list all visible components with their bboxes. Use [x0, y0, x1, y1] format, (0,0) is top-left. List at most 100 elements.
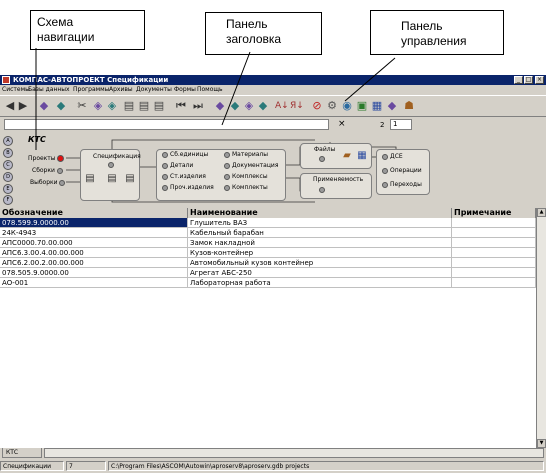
disk-icon[interactable]: ▦ — [371, 100, 383, 112]
sort-za-icon[interactable]: Я↓ — [290, 100, 304, 112]
spec-indicator[interactable] — [108, 162, 114, 168]
tools-icon[interactable]: ⚙ — [326, 100, 338, 112]
close-button[interactable]: × — [535, 76, 544, 84]
cell-name[interactable]: Кабельный барабан — [188, 228, 452, 238]
cell-name[interactable]: Автомобильный кузов контейнер — [188, 258, 452, 268]
cut-icon[interactable]: ✂ — [76, 100, 88, 112]
table-row[interactable]: АО-001 Лабораторная работа — [0, 278, 536, 288]
column-header-note[interactable]: Примечание — [452, 208, 536, 218]
nav-item-standard-items[interactable]: Ст.изделия — [162, 173, 206, 180]
nav-item-kits[interactable]: Комплекты — [224, 184, 268, 191]
table-row[interactable]: АПС6.3.00.4.00.00.000 Кузов-контейнер — [0, 248, 536, 258]
nav-item-other-items[interactable]: Проч.изделия — [162, 184, 214, 191]
nav-item-materials[interactable]: Материалы — [224, 151, 268, 158]
paste-icon[interactable]: ◈ — [106, 100, 118, 112]
cell-name[interactable]: Кузов-контейнер — [188, 248, 452, 258]
cell-name[interactable]: Лабораторная работа — [188, 278, 452, 288]
cell-name[interactable]: Глушитель ВАЗ — [188, 218, 452, 228]
table-row[interactable]: 078.505.9.0000.00 Агрегат АБС-250 — [0, 268, 536, 278]
sort-icon[interactable]: ◆ — [257, 100, 269, 112]
scroll-up-icon[interactable]: ▲ — [537, 208, 546, 217]
nav-item-assembly-units[interactable]: Сб.единицы — [162, 151, 208, 158]
stack-icon[interactable]: ◆ — [38, 100, 50, 112]
nav-item-documentation[interactable]: Документация — [224, 162, 278, 169]
nav-item-usage[interactable]: Применяемость — [313, 176, 363, 183]
copy-icon[interactable]: ◈ — [92, 100, 104, 112]
files-indicator[interactable] — [319, 156, 325, 162]
nav-item-transitions[interactable]: Переходы — [382, 181, 422, 188]
minimize-button[interactable]: _ — [514, 76, 523, 84]
column-header-name[interactable]: Наименование — [188, 208, 452, 218]
cell-designation[interactable]: 24К-4943 — [0, 228, 188, 238]
vertical-scrollbar[interactable]: ▲ ▼ — [536, 208, 546, 448]
table-row[interactable]: АПС6.2.00.2.00.00.000 Автомобильный кузов… — [0, 258, 536, 268]
book-icon[interactable]: ▣ — [356, 100, 368, 112]
first-record-icon[interactable]: ⏮ — [175, 100, 187, 112]
stack-2-icon[interactable]: ◆ — [55, 100, 67, 112]
cell-note[interactable] — [452, 238, 536, 248]
person-icon[interactable]: ☗ — [403, 100, 415, 112]
usage-indicator[interactable] — [319, 187, 325, 193]
cell-note[interactable] — [452, 248, 536, 258]
menu-programs[interactable]: Программы — [73, 85, 109, 94]
menu-forms[interactable]: Формы — [174, 85, 196, 94]
settings-icon[interactable]: ◈ — [243, 100, 255, 112]
table-row[interactable]: 078.599.9.0000.00 Глушитель ВАЗ — [0, 218, 536, 228]
doc-3-icon[interactable]: ▤ — [153, 100, 165, 112]
nav-item-projects[interactable]: Проекты — [28, 155, 66, 162]
table-row[interactable]: АПС0000.70.00.000 Замок накладной — [0, 238, 536, 248]
filter-icon[interactable]: ◆ — [214, 100, 226, 112]
filter-2-icon[interactable]: ◆ — [229, 100, 241, 112]
maximize-button[interactable]: □ — [524, 76, 533, 84]
scroll-down-icon[interactable]: ▼ — [537, 439, 546, 448]
files-book-icon[interactable]: ▦ — [356, 150, 368, 162]
horizontal-scrollbar[interactable] — [44, 448, 544, 458]
page-label: 2 — [380, 121, 385, 129]
doc-2-icon[interactable]: ▤ — [138, 100, 150, 112]
cell-name[interactable]: Агрегат АБС-250 — [188, 268, 452, 278]
cell-note[interactable] — [452, 228, 536, 238]
column-header-designation[interactable]: Обозначение — [0, 208, 188, 218]
sort-az-icon[interactable]: A↓ — [275, 100, 289, 112]
cell-designation[interactable]: АПС6.2.00.2.00.00.000 — [0, 258, 188, 268]
nav-item-assemblies[interactable]: Сборки — [32, 167, 65, 174]
cell-designation[interactable]: 078.599.9.0000.00 — [0, 218, 188, 228]
stop-icon[interactable]: ⊘ — [311, 100, 323, 112]
nav-forward-icon[interactable]: ▶ — [17, 100, 29, 112]
table-row[interactable]: 24К-4943 Кабельный барабан — [0, 228, 536, 238]
cell-note[interactable] — [452, 218, 536, 228]
nav-item-specification[interactable]: Спецификация — [93, 153, 141, 160]
menu-databases[interactable]: Базы данных — [28, 85, 70, 94]
nav-item-selections[interactable]: Выборки — [30, 179, 67, 186]
nav-item-complexes[interactable]: Комплексы — [224, 173, 268, 180]
last-record-icon[interactable]: ⏭ — [192, 100, 204, 112]
nav-item-files[interactable]: Файлы — [314, 146, 335, 153]
files-folder-icon[interactable]: ▰ — [341, 150, 353, 162]
tab-kts[interactable]: КТС — [2, 448, 42, 458]
nav-item-parts[interactable]: Детали — [162, 162, 193, 169]
cell-designation[interactable]: АПС6.3.00.4.00.00.000 — [0, 248, 188, 258]
cell-note[interactable] — [452, 278, 536, 288]
nav-back-icon[interactable]: ◀ — [4, 100, 16, 112]
spec-list-icon[interactable]: ▤ — [106, 173, 118, 185]
cell-designation[interactable]: 078.505.9.0000.00 — [0, 268, 188, 278]
palette-icon[interactable]: ◉ — [341, 100, 353, 112]
table-icon[interactable]: ◆ — [386, 100, 398, 112]
menu-help[interactable]: Помощь — [197, 85, 223, 94]
doc-icon[interactable]: ▤ — [123, 100, 135, 112]
menu-archives[interactable]: Архивы — [109, 85, 133, 94]
cell-designation[interactable]: АПС0000.70.00.000 — [0, 238, 188, 248]
menu-documents[interactable]: Документы — [136, 85, 172, 94]
clear-icon[interactable]: × — [338, 119, 346, 130]
page-spinner[interactable]: 1 — [390, 119, 412, 130]
spec-table-icon[interactable]: ▤ — [124, 173, 136, 185]
cell-note[interactable] — [452, 258, 536, 268]
cell-note[interactable] — [452, 268, 536, 278]
menu-systems[interactable]: Системы — [2, 85, 30, 94]
entry-field[interactable] — [4, 119, 329, 130]
nav-item-dse[interactable]: ДСЕ — [382, 153, 403, 160]
nav-item-operations[interactable]: Операции — [382, 167, 422, 174]
cell-designation[interactable]: АО-001 — [0, 278, 188, 288]
spec-doc-icon[interactable]: ▤ — [84, 173, 96, 185]
cell-name[interactable]: Замок накладной — [188, 238, 452, 248]
